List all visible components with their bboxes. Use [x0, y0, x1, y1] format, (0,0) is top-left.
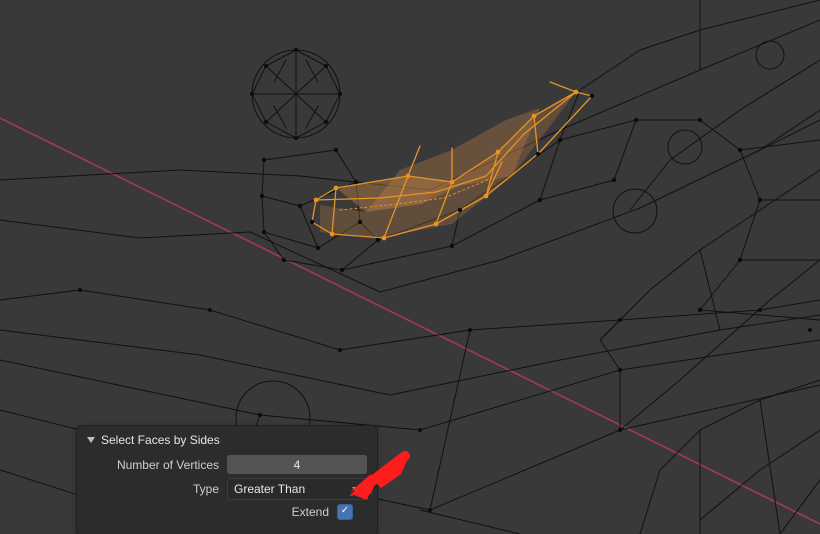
type-dropdown[interactable]: Greater Than — [227, 478, 367, 500]
vertices-value: 4 — [294, 458, 301, 472]
vertices-label: Number of Vertices — [87, 458, 227, 472]
extend-label: Extend — [87, 505, 337, 519]
row-extend: Extend — [87, 504, 367, 520]
row-type: Type Greater Than — [87, 478, 367, 500]
extend-checkbox[interactable] — [337, 504, 353, 520]
number-of-vertices-field[interactable]: 4 — [227, 455, 367, 474]
type-value: Greater Than — [234, 482, 305, 496]
operator-panel: Select Faces by Sides Number of Vertices… — [76, 425, 378, 534]
type-label: Type — [87, 482, 227, 496]
panel-header[interactable]: Select Faces by Sides — [87, 433, 367, 447]
panel-title: Select Faces by Sides — [101, 433, 220, 447]
chevron-down-icon — [352, 487, 360, 492]
row-number-of-vertices: Number of Vertices 4 — [87, 455, 367, 474]
disclosure-triangle-icon — [87, 437, 95, 443]
